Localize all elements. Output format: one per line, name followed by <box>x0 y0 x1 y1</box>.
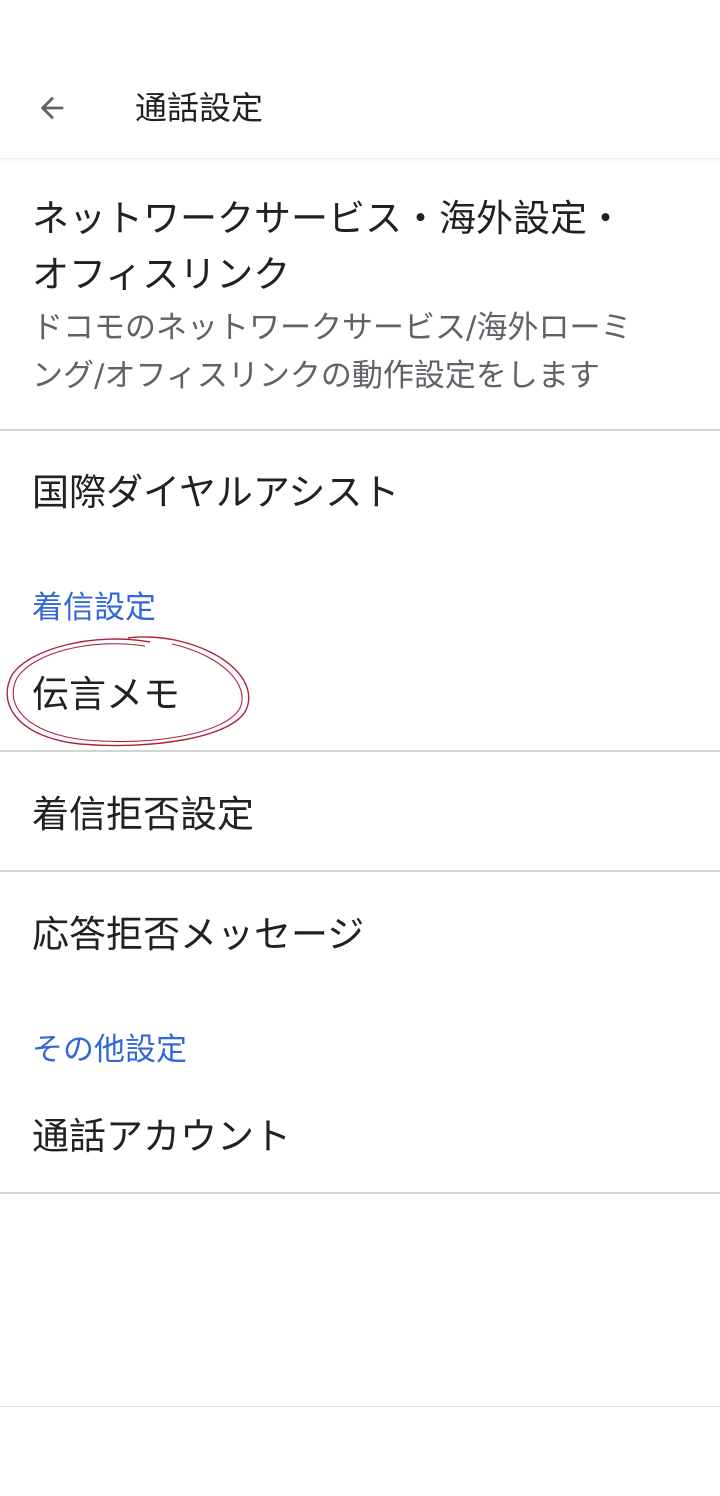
app-bar: 通話設定 <box>0 0 720 159</box>
setting-network-services-summary-line2: ング/オフィスリンクの動作設定をします <box>32 358 600 394</box>
back-button[interactable] <box>20 76 84 140</box>
category-other-settings: その他設定 <box>32 1032 187 1068</box>
page-title: 通話設定 <box>135 89 264 127</box>
category-incoming-settings: 着信設定 <box>32 590 156 626</box>
setting-intl-dial-assist[interactable]: 国際ダイヤルアシスト <box>0 431 720 551</box>
setting-voice-memo[interactable]: 伝言メモ <box>0 640 720 750</box>
setting-network-services-summary-line1: ドコモのネットワークサービス/海外ローミ <box>32 310 632 346</box>
setting-calling-accounts[interactable]: 通話アカウント <box>0 1080 720 1192</box>
setting-call-reject[interactable]: 着信拒否設定 <box>0 752 720 870</box>
setting-network-services-title-line1: ネットワークサービス・海外設定・ <box>32 197 624 240</box>
setting-call-reject-title: 着信拒否設定 <box>32 793 254 836</box>
setting-network-services[interactable]: ネットワークサービス・海外設定・ オフィスリンク ドコモのネットワークサービス/… <box>0 160 720 428</box>
setting-calling-accounts-title: 通話アカウント <box>32 1115 291 1158</box>
arrow-back-icon <box>40 96 64 120</box>
setting-reject-message-title: 応答拒否メッセージ <box>32 913 365 956</box>
divider <box>0 1192 720 1194</box>
setting-network-services-title-line2: オフィスリンク <box>32 253 291 296</box>
setting-intl-dial-assist-title: 国際ダイヤルアシスト <box>32 471 400 514</box>
setting-reject-message[interactable]: 応答拒否メッセージ <box>0 872 720 992</box>
bottom-divider <box>0 1406 720 1407</box>
setting-voice-memo-title: 伝言メモ <box>32 673 180 716</box>
